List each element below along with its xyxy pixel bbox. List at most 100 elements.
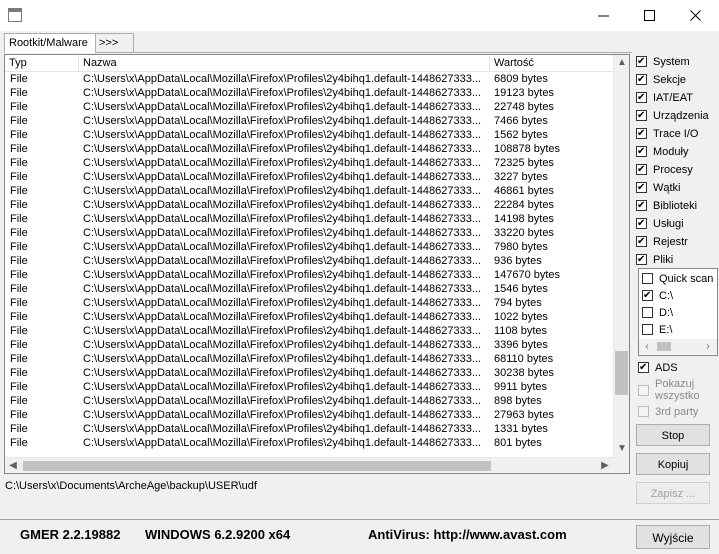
drive-checkbox-3[interactable]: E:\ bbox=[642, 322, 672, 338]
option-checkbox-3[interactable]: Urządzenia bbox=[636, 108, 709, 124]
option-checkbox-1[interactable]: Sekcje bbox=[636, 72, 686, 88]
option-checkbox-7[interactable]: Wątki bbox=[636, 180, 681, 196]
minimize-button[interactable] bbox=[581, 0, 627, 31]
table-row[interactable]: File C:\Users\x\AppData\Local\Mozilla\Fir… bbox=[5, 198, 613, 212]
table-row[interactable]: File C:\Users\x\AppData\Local\Mozilla\Fir… bbox=[5, 324, 613, 338]
exit-button[interactable]: Wyjście bbox=[636, 525, 710, 549]
vertical-scroll-thumb[interactable] bbox=[615, 351, 628, 396]
drive-checkbox-0[interactable]: Quick scan bbox=[642, 271, 713, 287]
table-row[interactable]: File C:\Users\x\AppData\Local\Mozilla\Fir… bbox=[5, 114, 613, 128]
drive-checkbox-2[interactable]: D:\ bbox=[642, 305, 673, 321]
drives-scroll-thumb[interactable] bbox=[657, 342, 671, 351]
close-button[interactable] bbox=[673, 0, 719, 31]
table-row[interactable]: File C:\Users\x\AppData\Local\Mozilla\Fir… bbox=[5, 100, 613, 114]
save-button[interactable]: Zapisz ... bbox=[636, 482, 710, 504]
table-row[interactable]: File C:\Users\x\AppData\Local\Mozilla\Fir… bbox=[5, 86, 613, 100]
table-row[interactable]: File C:\Users\x\AppData\Local\Mozilla\Fir… bbox=[5, 142, 613, 156]
table-row[interactable]: File C:\Users\x\AppData\Local\Mozilla\Fir… bbox=[5, 310, 613, 324]
cell-value: 7980 bytes bbox=[494, 241, 548, 253]
results-list[interactable]: Typ Nazwa Wartość File C:\Users\x\AppData… bbox=[4, 54, 630, 474]
option-checkbox-2[interactable]: IAT/EAT bbox=[636, 90, 693, 106]
option-checkbox-11[interactable]: Pliki bbox=[636, 252, 673, 268]
table-row[interactable]: File C:\Users\x\AppData\Local\Mozilla\Fir… bbox=[5, 268, 613, 282]
checkbox-label: Quick scan bbox=[659, 273, 714, 285]
cell-value: 1331 bytes bbox=[494, 423, 548, 435]
checkbox-icon bbox=[638, 360, 649, 376]
cell-value: 801 bytes bbox=[494, 437, 542, 449]
scroll-left-arrow-icon[interactable]: ◀ bbox=[5, 458, 21, 473]
scroll-right-arrow-icon[interactable]: ▶ bbox=[597, 458, 613, 473]
os-label: WINDOWS 6.2.9200 x64 bbox=[145, 527, 291, 542]
scroll-up-arrow-icon[interactable]: ▲ bbox=[614, 55, 629, 71]
table-row[interactable]: File C:\Users\x\AppData\Local\Mozilla\Fir… bbox=[5, 156, 613, 170]
cell-value: 147670 bytes bbox=[494, 269, 561, 281]
ads-checkbox[interactable]: ADS bbox=[638, 360, 678, 376]
checkbox-icon bbox=[636, 144, 647, 160]
table-row[interactable]: File C:\Users\x\AppData\Local\Mozilla\Fir… bbox=[5, 128, 613, 142]
table-row[interactable]: File C:\Users\x\AppData\Local\Mozilla\Fir… bbox=[5, 394, 613, 408]
table-row[interactable]: File C:\Users\x\AppData\Local\Mozilla\Fir… bbox=[5, 184, 613, 198]
table-row[interactable]: File C:\Users\x\AppData\Local\Mozilla\Fir… bbox=[5, 282, 613, 296]
option-checkbox-5[interactable]: Moduły bbox=[636, 144, 688, 160]
option-checkbox-0[interactable]: System bbox=[636, 54, 690, 70]
cell-type: File bbox=[10, 353, 28, 365]
drives-scroll-left-icon[interactable]: ‹ bbox=[639, 339, 655, 354]
tab-rootkit-malware[interactable]: Rootkit/Malware bbox=[4, 33, 96, 53]
drives-scroll-right-icon[interactable]: › bbox=[700, 339, 716, 354]
cell-type: File bbox=[10, 87, 28, 99]
option-checkbox-8[interactable]: Biblioteki bbox=[636, 198, 697, 214]
table-row[interactable]: File C:\Users\x\AppData\Local\Mozilla\Fir… bbox=[5, 338, 613, 352]
horizontal-scroll-thumb[interactable] bbox=[23, 461, 491, 471]
table-row[interactable]: File C:\Users\x\AppData\Local\Mozilla\Fir… bbox=[5, 352, 613, 366]
stop-button[interactable]: Stop bbox=[636, 424, 710, 446]
option-checkbox-4[interactable]: Trace I/O bbox=[636, 126, 698, 142]
cell-name: C:\Users\x\AppData\Local\Mozilla\Firefox… bbox=[83, 409, 482, 421]
antivirus-label: AntiVirus: http://www.avast.com bbox=[368, 527, 567, 542]
cell-value: 9911 bytes bbox=[494, 381, 548, 393]
checkbox-icon bbox=[636, 234, 647, 250]
cell-name: C:\Users\x\AppData\Local\Mozilla\Firefox… bbox=[83, 157, 482, 169]
cell-name: C:\Users\x\AppData\Local\Mozilla\Firefox… bbox=[83, 353, 482, 365]
option-checkbox-6[interactable]: Procesy bbox=[636, 162, 693, 178]
scroll-down-arrow-icon[interactable]: ▼ bbox=[614, 441, 629, 457]
table-row[interactable]: File C:\Users\x\AppData\Local\Mozilla\Fir… bbox=[5, 72, 613, 86]
horizontal-scrollbar[interactable]: ◀ ▶ bbox=[5, 457, 613, 473]
table-row[interactable]: File C:\Users\x\AppData\Local\Mozilla\Fir… bbox=[5, 366, 613, 380]
table-row[interactable]: File C:\Users\x\AppData\Local\Mozilla\Fir… bbox=[5, 226, 613, 240]
maximize-button[interactable] bbox=[627, 0, 673, 31]
cell-name: C:\Users\x\AppData\Local\Mozilla\Firefox… bbox=[83, 423, 482, 435]
cell-name: C:\Users\x\AppData\Local\Mozilla\Firefox… bbox=[83, 73, 482, 85]
checkbox-icon bbox=[642, 288, 653, 304]
table-row[interactable]: File C:\Users\x\AppData\Local\Mozilla\Fir… bbox=[5, 408, 613, 422]
column-header-type[interactable]: Typ bbox=[5, 55, 79, 71]
tab-more[interactable]: >>> bbox=[94, 33, 134, 52]
show-all-checkbox[interactable]: Pokazuj wszystko bbox=[638, 378, 700, 406]
table-row[interactable]: File C:\Users\x\AppData\Local\Mozilla\Fir… bbox=[5, 296, 613, 310]
drive-checkbox-1[interactable]: C:\ bbox=[642, 288, 673, 304]
cell-name: C:\Users\x\AppData\Local\Mozilla\Firefox… bbox=[83, 283, 482, 295]
copy-button[interactable]: Kopiuj bbox=[636, 453, 710, 475]
table-row[interactable]: File C:\Users\x\AppData\Local\Mozilla\Fir… bbox=[5, 212, 613, 226]
minimize-icon bbox=[598, 15, 609, 17]
drives-list[interactable]: Quick scan C:\ D:\ E:\ ‹ › bbox=[638, 268, 718, 356]
cell-type: File bbox=[10, 199, 28, 211]
table-row[interactable]: File C:\Users\x\AppData\Local\Mozilla\Fir… bbox=[5, 436, 613, 450]
cell-type: File bbox=[10, 213, 28, 225]
checkbox-label: Procesy bbox=[653, 164, 693, 176]
vertical-scrollbar[interactable]: ▲ ▼ bbox=[613, 55, 629, 457]
table-row[interactable]: File C:\Users\x\AppData\Local\Mozilla\Fir… bbox=[5, 380, 613, 394]
cell-name: C:\Users\x\AppData\Local\Mozilla\Firefox… bbox=[83, 213, 482, 225]
column-header-name[interactable]: Nazwa bbox=[79, 55, 490, 71]
table-row[interactable]: File C:\Users\x\AppData\Local\Mozilla\Fir… bbox=[5, 422, 613, 436]
drives-horizontal-scrollbar[interactable]: ‹ › bbox=[639, 339, 717, 354]
table-row[interactable]: File C:\Users\x\AppData\Local\Mozilla\Fir… bbox=[5, 240, 613, 254]
table-row[interactable]: File C:\Users\x\AppData\Local\Mozilla\Fir… bbox=[5, 170, 613, 184]
cell-value: 108878 bytes bbox=[494, 143, 561, 155]
option-checkbox-9[interactable]: Usługi bbox=[636, 216, 684, 232]
checkbox-icon bbox=[636, 90, 647, 106]
cell-type: File bbox=[10, 227, 28, 239]
third-party-checkbox[interactable]: 3rd party bbox=[638, 404, 698, 420]
option-checkbox-10[interactable]: Rejestr bbox=[636, 234, 688, 250]
column-header-value[interactable]: Wartość bbox=[490, 55, 613, 71]
table-row[interactable]: File C:\Users\x\AppData\Local\Mozilla\Fir… bbox=[5, 254, 613, 268]
